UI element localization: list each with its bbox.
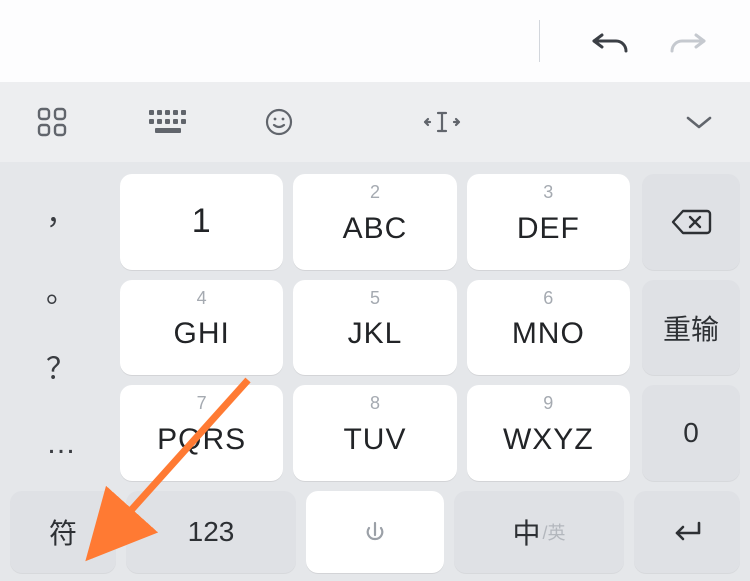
key-1[interactable]: 1	[120, 174, 283, 270]
key-main: DEF	[517, 212, 580, 246]
lang-primary: 中	[512, 512, 540, 552]
punct-question[interactable]: ？	[10, 328, 112, 406]
key-main: GHI	[173, 317, 229, 351]
key-hint: 3	[543, 182, 553, 203]
suggestion-bar	[0, 0, 750, 82]
lang-secondary: /英	[543, 519, 566, 545]
retype-key[interactable]: 重输	[642, 280, 740, 376]
separator	[539, 20, 540, 62]
function-column: 重输 0	[636, 170, 742, 485]
key-hint: 8	[370, 393, 380, 414]
cursor-move-icon[interactable]	[422, 107, 462, 137]
numeric-key[interactable]: 123	[126, 491, 296, 573]
key-hint: 4	[197, 288, 207, 309]
key-abc[interactable]: 2 ABC	[293, 174, 456, 270]
bottom-row: 符 123 中/英	[8, 485, 742, 573]
punct-period[interactable]: 。	[10, 250, 112, 328]
symbols-key[interactable]: 符	[10, 491, 116, 573]
key-main: WXYZ	[503, 423, 594, 457]
emoji-icon[interactable]	[264, 107, 294, 137]
key-main: MNO	[512, 317, 585, 351]
key-jkl[interactable]: 5 JKL	[293, 280, 456, 376]
zero-key[interactable]: 0	[642, 385, 740, 481]
punctuation-column: ， 。 ？ …	[8, 170, 114, 485]
key-def[interactable]: 3 DEF	[467, 174, 630, 270]
key-wxyz[interactable]: 9 WXYZ	[467, 385, 630, 481]
apps-icon[interactable]	[36, 106, 68, 138]
backspace-key[interactable]	[642, 174, 740, 270]
keyboard-layout-icon[interactable]	[148, 108, 188, 136]
undo-button[interactable]	[588, 19, 632, 63]
letter-grid: 1 2 ABC 3 DEF 4 GHI 5 JKL 6 MNO 7 PQRS 8…	[114, 170, 636, 485]
key-main: TUV	[343, 423, 406, 457]
key-main: 1	[192, 202, 212, 241]
key-ghi[interactable]: 4 GHI	[120, 280, 283, 376]
key-hint: 5	[370, 288, 380, 309]
redo-button[interactable]	[666, 19, 710, 63]
toolbar	[0, 82, 750, 162]
key-main: PQRS	[157, 423, 246, 457]
enter-key[interactable]	[634, 491, 740, 573]
punct-comma[interactable]: ，	[10, 172, 112, 250]
key-tuv[interactable]: 8 TUV	[293, 385, 456, 481]
key-hint: 2	[370, 182, 380, 203]
punct-ellipsis[interactable]: …	[10, 405, 112, 483]
key-pqrs[interactable]: 7 PQRS	[120, 385, 283, 481]
collapse-keyboard-icon[interactable]	[684, 112, 714, 132]
key-area: ， 。 ？ … 1 2 ABC 3 DEF 4 GHI 5 JKL 6 MNO …	[0, 162, 750, 581]
key-hint: 7	[197, 393, 207, 414]
key-hint: 9	[543, 393, 553, 414]
key-main: ABC	[343, 212, 408, 246]
key-hint: 6	[543, 288, 553, 309]
language-toggle-key[interactable]: 中/英	[454, 491, 624, 573]
key-mno[interactable]: 6 MNO	[467, 280, 630, 376]
space-key[interactable]	[306, 491, 444, 573]
key-main: JKL	[348, 317, 403, 351]
